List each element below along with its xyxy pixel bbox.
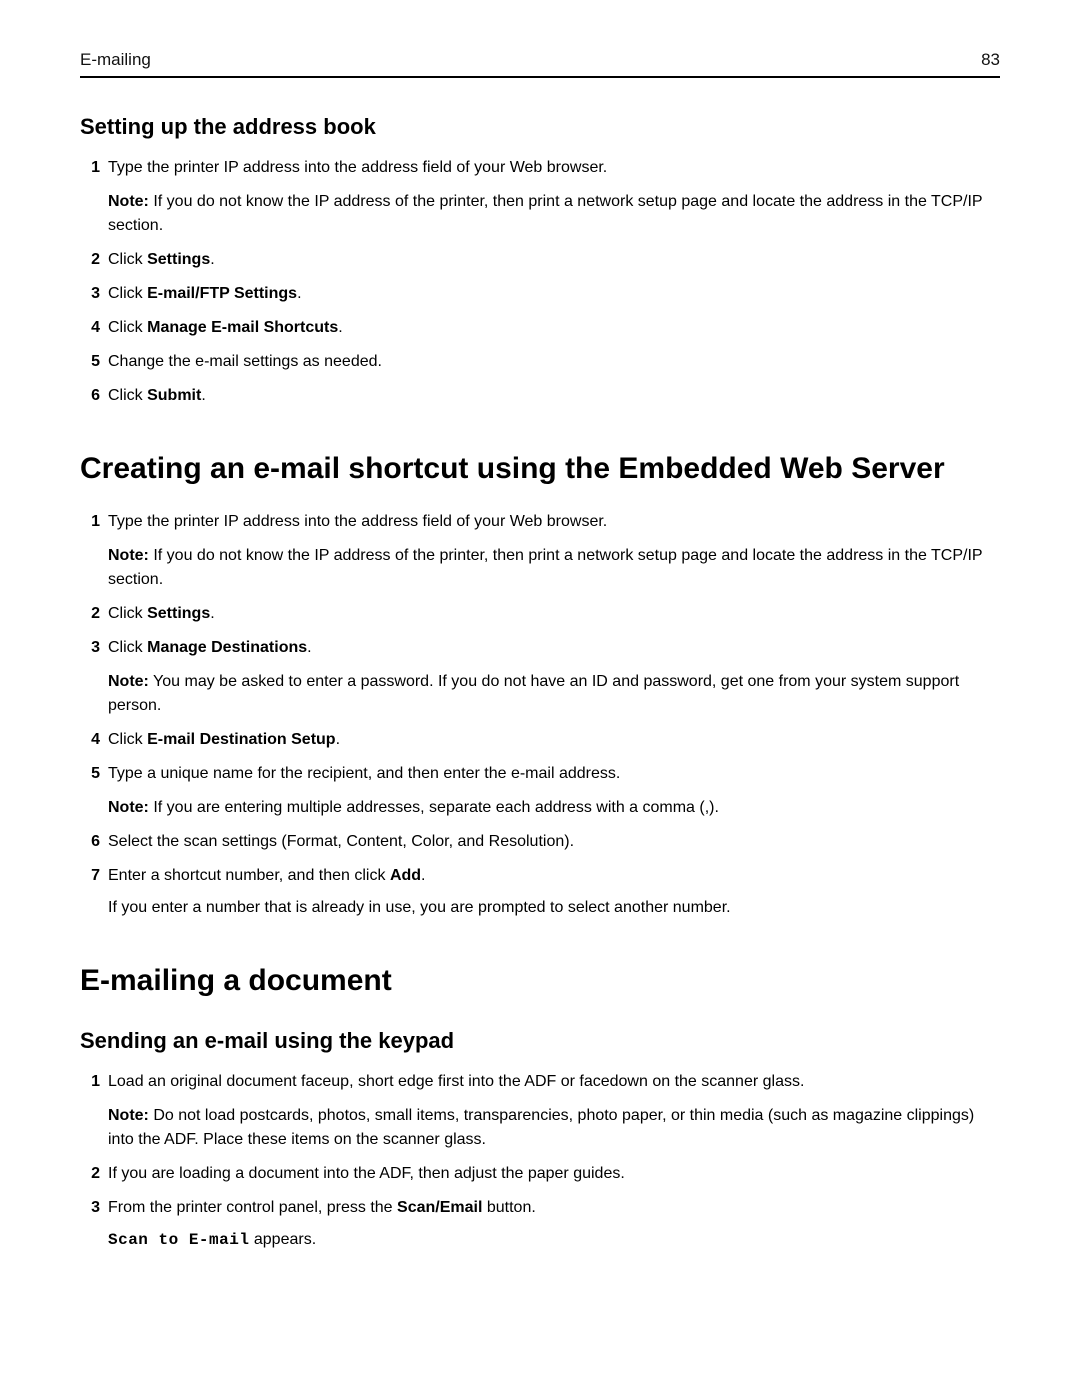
note-label: Note:: [108, 673, 149, 690]
step-text: Click Submit.: [108, 384, 1000, 408]
list-item: Click E-mail Destination Setup.: [80, 728, 1000, 752]
text: Enter a shortcut number, and then click: [108, 867, 390, 884]
text: Click: [108, 731, 147, 748]
step-text: Type the printer IP address into the add…: [108, 156, 1000, 180]
text-bold: E-mail/FTP Settings: [147, 285, 297, 302]
list-item: Type a unique name for the recipient, an…: [80, 762, 1000, 820]
step-text: Select the scan settings (Format, Conten…: [108, 830, 1000, 854]
text-bold: Add: [390, 867, 421, 884]
text: Click: [108, 605, 147, 622]
step-note: Note: If you do not know the IP address …: [108, 190, 1000, 238]
text: button.: [482, 1199, 535, 1216]
steps-send-email-keypad: Load an original document faceup, short …: [80, 1070, 1000, 1252]
text-bold: Settings: [147, 605, 210, 622]
text: Click: [108, 251, 147, 268]
text-bold: Submit: [147, 387, 201, 404]
text: .: [421, 867, 425, 884]
running-header: E-mailing 83: [80, 50, 1000, 78]
note-label: Note:: [108, 799, 149, 816]
note-text: Do not load postcards, photos, small ite…: [108, 1107, 974, 1148]
header-page-number: 83: [981, 50, 1000, 70]
heading-setting-up-address-book: Setting up the address book: [80, 114, 1000, 140]
note-label: Note:: [108, 193, 149, 210]
text-bold: Settings: [147, 251, 210, 268]
text-bold: Scan/Email: [397, 1199, 482, 1216]
steps-address-book: Type the printer IP address into the add…: [80, 156, 1000, 408]
text-bold: Manage Destinations: [147, 639, 307, 656]
text: .: [210, 251, 214, 268]
text-bold: Manage E-mail Shortcuts: [147, 319, 338, 336]
heading-create-email-shortcut: Creating an e-mail shortcut using the Em…: [80, 452, 1000, 486]
step-text: Click Manage E-mail Shortcuts.: [108, 316, 1000, 340]
step-text: Click Manage Destinations.: [108, 636, 1000, 660]
list-item: If you are loading a document into the A…: [80, 1162, 1000, 1186]
text: Click: [108, 285, 147, 302]
step-note: Note: If you do not know the IP address …: [108, 544, 1000, 592]
step-note: Note: If you are entering multiple addre…: [108, 796, 1000, 820]
note-text: You may be asked to enter a password. If…: [108, 673, 959, 714]
note-label: Note:: [108, 1107, 149, 1124]
note-text: If you do not know the IP address of the…: [108, 547, 982, 588]
step-text: Change the e-mail settings as needed.: [108, 350, 1000, 374]
step-text: From the printer control panel, press th…: [108, 1196, 1000, 1220]
list-item: Type the printer IP address into the add…: [80, 156, 1000, 238]
step-text: If you are loading a document into the A…: [108, 1162, 1000, 1186]
heading-emailing-document: E-mailing a document: [80, 964, 1000, 998]
text: Click: [108, 639, 147, 656]
list-item: Click Manage Destinations. Note: You may…: [80, 636, 1000, 718]
text: Click: [108, 387, 147, 404]
step-text: Type the printer IP address into the add…: [108, 510, 1000, 534]
step-text: Load an original document faceup, short …: [108, 1070, 1000, 1094]
list-item: Select the scan settings (Format, Conten…: [80, 830, 1000, 854]
text: .: [297, 285, 301, 302]
list-item: Enter a shortcut number, and then click …: [80, 864, 1000, 920]
step-note: Note: Do not load postcards, photos, sma…: [108, 1104, 1000, 1152]
list-item: Click Settings.: [80, 248, 1000, 272]
step-followup: If you enter a number that is already in…: [108, 896, 1000, 920]
text: .: [307, 639, 311, 656]
text: appears.: [249, 1231, 316, 1248]
display-text: Scan to E-mail: [108, 1231, 249, 1249]
list-item: Load an original document faceup, short …: [80, 1070, 1000, 1152]
step-text: Click Settings.: [108, 248, 1000, 272]
step-text: Click Settings.: [108, 602, 1000, 626]
list-item: From the printer control panel, press th…: [80, 1196, 1000, 1252]
steps-create-shortcut: Type the printer IP address into the add…: [80, 510, 1000, 920]
list-item: Click Manage E-mail Shortcuts.: [80, 316, 1000, 340]
step-text: Enter a shortcut number, and then click …: [108, 864, 1000, 888]
text: .: [336, 731, 340, 748]
note-label: Note:: [108, 547, 149, 564]
step-text: Click E-mail Destination Setup.: [108, 728, 1000, 752]
text: .: [210, 605, 214, 622]
list-item: Type the printer IP address into the add…: [80, 510, 1000, 592]
text-bold: E-mail Destination Setup: [147, 731, 335, 748]
list-item: Click E-mail/FTP Settings.: [80, 282, 1000, 306]
note-text: If you are entering multiple addresses, …: [149, 799, 719, 816]
step-text: Type a unique name for the recipient, an…: [108, 762, 1000, 786]
list-item: Change the e-mail settings as needed.: [80, 350, 1000, 374]
step-text: Click E-mail/FTP Settings.: [108, 282, 1000, 306]
text: From the printer control panel, press th…: [108, 1199, 397, 1216]
note-text: If you do not know the IP address of the…: [108, 193, 982, 234]
list-item: Click Submit.: [80, 384, 1000, 408]
header-left: E-mailing: [80, 50, 151, 70]
heading-sending-email-keypad: Sending an e-mail using the keypad: [80, 1028, 1000, 1054]
document-page: E-mailing 83 Setting up the address book…: [0, 0, 1080, 1322]
text: .: [201, 387, 205, 404]
text: .: [338, 319, 342, 336]
text: Click: [108, 319, 147, 336]
step-note: Note: You may be asked to enter a passwo…: [108, 670, 1000, 718]
step-display-output: Scan to E-mail appears.: [108, 1228, 1000, 1252]
list-item: Click Settings.: [80, 602, 1000, 626]
